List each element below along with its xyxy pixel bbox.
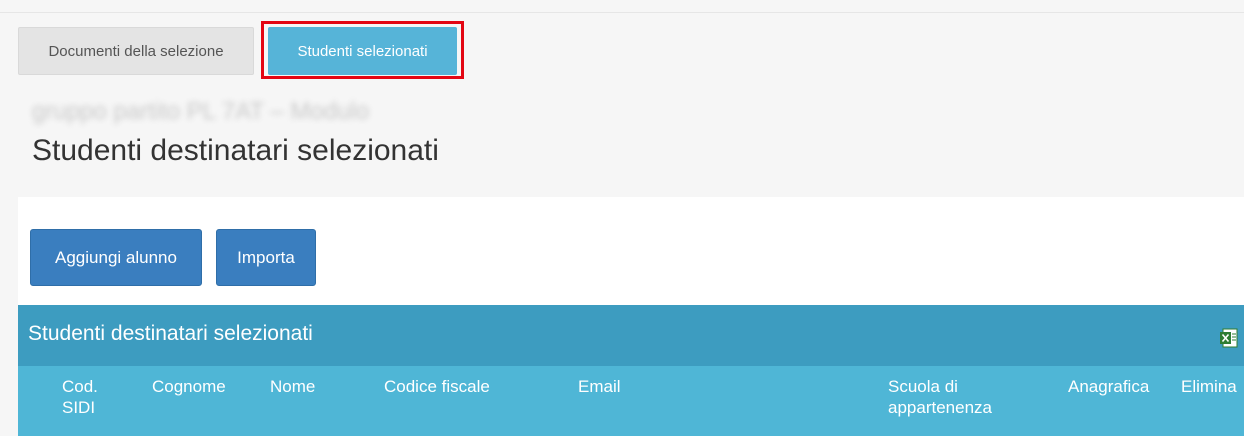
highlight-box: [261, 21, 464, 79]
column-scuola-appartenenza[interactable]: Scuola di appartenenza: [888, 376, 1038, 418]
column-email[interactable]: Email: [578, 376, 621, 397]
page-title: Studenti destinatari selezionati: [32, 134, 439, 167]
excel-icon[interactable]: [1220, 328, 1238, 348]
add-student-button[interactable]: Aggiungi alunno: [30, 229, 202, 286]
tab-documenti-label: Documenti della selezione: [48, 42, 224, 60]
top-divider: [0, 12, 1244, 13]
column-nome[interactable]: Nome: [270, 376, 315, 397]
column-cod-sidi[interactable]: Cod. SIDI: [62, 376, 122, 418]
table-title: Studenti destinatari selezionati: [28, 322, 313, 345]
blurred-subtitle: gruppo partito PL 7AT – Modulo: [32, 98, 370, 125]
column-codice-fiscale[interactable]: Codice fiscale: [384, 376, 490, 397]
add-student-label: Aggiungi alunno: [55, 247, 177, 267]
import-label: Importa: [237, 247, 295, 267]
column-cognome[interactable]: Cognome: [152, 376, 226, 397]
column-anagrafica: Anagrafica: [1068, 377, 1150, 396]
import-button[interactable]: Importa: [216, 229, 316, 286]
column-elimina: Elimina: [1181, 377, 1237, 396]
tab-documenti-selezione[interactable]: Documenti della selezione: [18, 27, 254, 75]
